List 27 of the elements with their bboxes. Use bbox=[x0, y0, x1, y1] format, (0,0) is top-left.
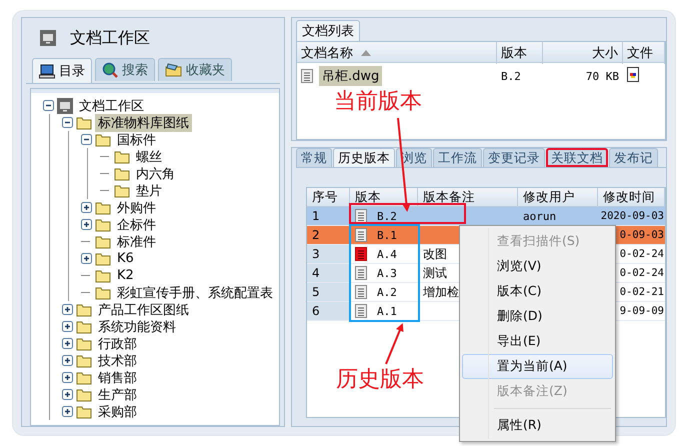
table-cell: A.3 bbox=[377, 266, 397, 280]
table-cell: 改图 bbox=[423, 246, 447, 262]
table-cell: 0-09-03 bbox=[620, 229, 664, 241]
table-cell: 0-02-24 bbox=[620, 267, 664, 279]
table-cell: 5 bbox=[312, 285, 320, 299]
table-cell-text: B.2 bbox=[500, 70, 522, 82]
table-cell: A.1 bbox=[377, 304, 397, 318]
table-cell: B.2 bbox=[377, 210, 397, 222]
table-cell: A.4 bbox=[377, 248, 397, 260]
table-cell: 6 bbox=[312, 304, 320, 318]
table-cell: 0-02-24 bbox=[620, 248, 664, 260]
table-cell: 9-09-09 bbox=[620, 305, 664, 317]
table-cell: 3 bbox=[312, 247, 320, 261]
table-cell: 测试 bbox=[423, 264, 447, 282]
table-cell: B.1 bbox=[377, 228, 397, 242]
table-cell: 1 bbox=[312, 209, 320, 223]
table-cell: 4 bbox=[312, 266, 320, 280]
table-cell: aorun bbox=[523, 210, 556, 222]
table-cell: 2 bbox=[312, 228, 320, 242]
table-cell: 0-02-21 bbox=[620, 286, 664, 298]
table-cell-text: 70 KB bbox=[584, 70, 620, 82]
table-cell: 增加检 bbox=[423, 284, 459, 300]
annotation-label: 当前版本 bbox=[334, 88, 422, 116]
annotation-label: 历史版本 bbox=[336, 366, 424, 394]
table-cell: 2020-09-03 bbox=[600, 210, 664, 222]
table-cell: A.2 bbox=[377, 286, 397, 298]
panel-title: 文档工作区 bbox=[70, 28, 150, 48]
